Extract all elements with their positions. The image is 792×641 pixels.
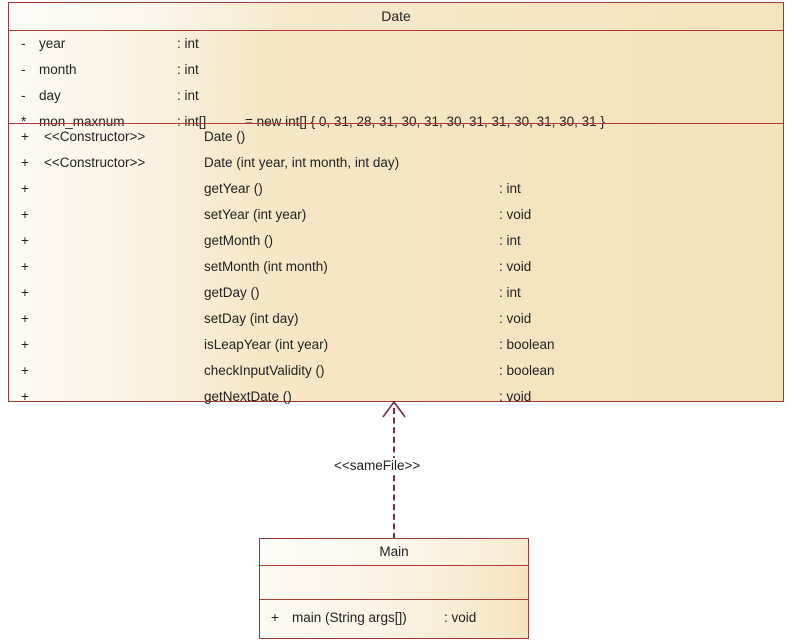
operation-return-type: : int (499, 181, 521, 196)
class-name-main: Main (260, 539, 528, 566)
operation-return-type: : void (499, 207, 532, 222)
visibility-marker: + (21, 363, 29, 378)
operation-row[interactable]: + setDay (int day) : void (9, 306, 783, 332)
operation-signature: getDay () (204, 285, 260, 300)
attribute-row[interactable]: - day : int (9, 83, 783, 109)
attributes-compartment-date: - year: int - month: int - day: int * mon_maxnu… (9, 31, 783, 129)
relationship-label: <<sameFile>> (330, 458, 425, 473)
operation-signature: Date (int year, int month, int day) (204, 155, 400, 170)
attribute-type: : int (177, 88, 199, 103)
operation-return-type: : boolean (499, 337, 555, 352)
attribute-row[interactable]: - month : int (9, 57, 783, 83)
operation-signature: getNextDate () (204, 389, 292, 404)
operation-row[interactable]: + main (String args[]) : void (260, 600, 528, 636)
operation-signature: isLeapYear (int year) (204, 337, 329, 352)
operation-row[interactable]: + setMonth (int month) : void (9, 254, 783, 280)
operations-compartment-main: + main (String args[]) : void (260, 599, 528, 637)
operation-return-type: : int (499, 285, 521, 300)
operation-return-type: : void (499, 311, 532, 326)
visibility-marker: + (21, 207, 29, 222)
operation-row[interactable]: + <<Constructor>> Date (int year, int mont… (9, 150, 783, 176)
operation-signature: main (String args[]) (292, 610, 407, 625)
operation-signature: Date () (204, 129, 246, 144)
visibility-marker: + (21, 311, 29, 326)
operation-return-type: : void (499, 389, 532, 404)
operation-signature: getYear () (204, 181, 263, 196)
operation-signature: getMonth () (204, 233, 274, 248)
attributes-compartment-main (260, 566, 528, 599)
operation-row[interactable]: + isLeapYear (int year) : boolean (9, 332, 783, 358)
operation-return-type: : int (499, 233, 521, 248)
operation-return-type: : void (444, 610, 477, 625)
class-name-date: Date (9, 3, 783, 31)
operations-compartment-date: + <<Constructor>> Date () + <<Constructor>> D… (9, 123, 783, 404)
visibility-marker: + (21, 129, 29, 144)
visibility-marker: + (21, 233, 29, 248)
visibility-marker: + (21, 259, 29, 274)
class-box-date[interactable]: Date - year: int - month: int - day: int * mon_… (8, 2, 784, 404)
operation-row[interactable]: + <<Constructor>> Date () (9, 124, 783, 150)
visibility-marker: - (21, 88, 26, 103)
class-box-main[interactable]: Main + main (String args[]) : void (259, 538, 529, 639)
operation-stereotype: <<Constructor>> (44, 129, 146, 144)
operation-signature: setDay (int day) (204, 311, 299, 326)
operation-signature: setYear (int year) (204, 207, 307, 222)
operation-row[interactable]: + getMonth () : int (9, 228, 783, 254)
operation-return-type: : void (499, 259, 532, 274)
visibility-marker: + (21, 155, 29, 170)
operation-row[interactable]: + getDay () : int (9, 280, 783, 306)
attribute-row[interactable]: - year : int (9, 31, 783, 57)
visibility-marker: + (21, 337, 29, 352)
operation-return-type: : boolean (499, 363, 555, 378)
dependency-line (393, 408, 395, 539)
visibility-marker: - (21, 36, 26, 51)
visibility-marker: + (21, 389, 29, 404)
operation-row[interactable]: + checkInputValidity () : boolean (9, 358, 783, 384)
operation-signature: setMonth (int month) (204, 259, 328, 274)
visibility-marker: + (21, 181, 29, 196)
operation-row[interactable]: + setYear (int year) : void (9, 202, 783, 228)
attribute-type: : int (177, 62, 199, 77)
attribute-type: : int (177, 36, 199, 51)
operation-row[interactable]: + getYear () : int (9, 176, 783, 202)
visibility-marker: + (21, 285, 29, 300)
visibility-marker: - (21, 62, 26, 77)
operation-stereotype: <<Constructor>> (44, 155, 146, 170)
attribute-name: month (39, 62, 77, 77)
operation-signature: checkInputValidity () (204, 363, 325, 378)
open-arrowhead-icon (378, 400, 410, 418)
attribute-name: year (39, 36, 66, 51)
attribute-name: day (39, 88, 61, 103)
visibility-marker: + (271, 610, 279, 625)
